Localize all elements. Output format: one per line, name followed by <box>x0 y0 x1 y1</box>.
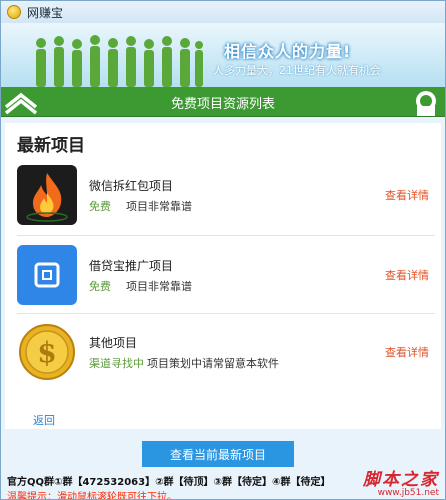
item-tag: 渠道寻找中 <box>89 357 144 370</box>
list-item[interactable]: 借贷宝推广项目 免费 项目非常靠谱 查看详情 <box>17 245 435 305</box>
item-tag: 免费 <box>89 280 111 293</box>
watermark-title: 脚本之家 <box>363 470 439 490</box>
view-details-link[interactable]: 查看详情 <box>385 344 429 360</box>
user-avatar-icon[interactable] <box>411 88 441 116</box>
qq-groups: 官方QQ群①群【472532063】②群【待顶】③群【待定】④群【待定】 <box>7 477 331 488</box>
item-name: 微信拆红包项目 <box>89 179 174 193</box>
section-title: 最新项目 <box>17 136 85 156</box>
item-desc: 项目非常靠谱 <box>126 200 192 213</box>
app-logo-icon <box>7 5 21 19</box>
list-item[interactable]: 微信拆红包项目 免费 项目非常靠谱 查看详情 <box>17 165 435 225</box>
item-name: 借贷宝推广项目 <box>89 259 174 273</box>
divider <box>17 313 435 314</box>
divider <box>17 235 435 236</box>
app-window: 网赚宝 相信众人的力量! 人多力量大，21世纪有人就有机会 免费项目资源列表 最… <box>0 0 446 500</box>
title-bar[interactable]: 网赚宝 <box>1 1 445 23</box>
item-tag: 免费 <box>89 200 111 213</box>
item-name: 其他项目 <box>89 336 138 350</box>
jiedaibao-icon <box>17 245 77 305</box>
nav-bar: 免费项目资源列表 <box>1 87 445 117</box>
project-list: 最新项目 微信拆红包项目 免费 项目非常靠谱 查看详情 借贷宝推广项目 免费 项… <box>5 123 441 429</box>
site-watermark: 脚本之家 www.jb51.net <box>363 465 439 498</box>
svg-text:$: $ <box>37 336 56 369</box>
view-latest-button[interactable]: 查看当前最新项目 <box>142 441 294 467</box>
nav-title: 免费项目资源列表 <box>170 97 275 112</box>
list-item[interactable]: $ 其他项目 渠道寻找中 项目策划中请常留意本软件 查看详情 <box>17 322 435 382</box>
flame-icon <box>17 165 77 225</box>
scroll-tip: 温馨提示：滑动鼠标滚轮既可往下拉。 <box>7 492 177 500</box>
window-title: 网赚宝 <box>27 5 64 20</box>
banner-subslogan: 人多力量大，21世纪有人就有机会 <box>213 64 381 77</box>
banner: 相信众人的力量! 人多力量大，21世纪有人就有机会 <box>1 23 445 87</box>
people-silhouette-icon <box>36 35 203 87</box>
item-desc: 项目策划中请常留意本软件 <box>147 357 279 370</box>
item-desc: 项目非常靠谱 <box>126 280 192 293</box>
banner-slogan: 相信众人的力量! <box>224 42 352 61</box>
dollar-coin-icon: $ <box>17 322 77 382</box>
view-details-link[interactable]: 查看详情 <box>385 267 429 283</box>
back-link[interactable]: 返回 <box>33 412 55 428</box>
view-details-link[interactable]: 查看详情 <box>385 187 429 203</box>
